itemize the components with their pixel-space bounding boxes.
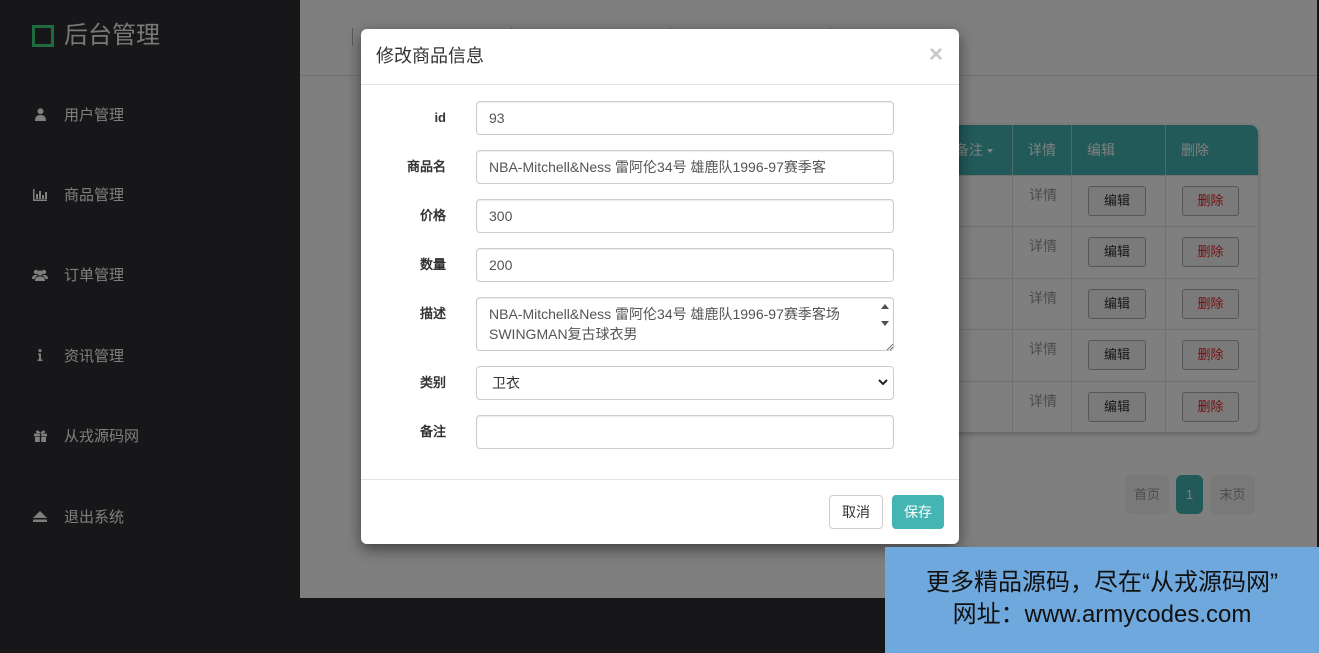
form-row-category: 类别 卫衣 <box>361 366 959 400</box>
chevron-down-icon <box>878 379 888 386</box>
remark-field[interactable] <box>476 415 894 449</box>
category-control: 卫衣 <box>476 366 894 400</box>
product-name-field[interactable] <box>476 150 894 184</box>
watermark-line-2: 网址：www.armycodes.com <box>952 601 1252 628</box>
description-field[interactable]: NBA-Mitchell&Ness 雷阿伦34号 雄鹿队1996-97赛季客场 … <box>476 297 894 351</box>
price-control <box>476 199 894 233</box>
form-row-id: id <box>361 101 959 135</box>
close-icon[interactable]: × <box>929 43 943 67</box>
price-label: 价格 <box>419 208 446 223</box>
modal-header: 修改商品信息 × <box>361 29 959 85</box>
id-field[interactable] <box>476 101 894 135</box>
scroll-down-icon[interactable] <box>881 321 889 326</box>
id-label: id <box>434 110 446 125</box>
quantity-label: 数量 <box>419 257 446 272</box>
edit-product-modal: 修改商品信息 × id 商品名 价格 数量 <box>361 29 959 544</box>
form-row-description: 描述 NBA-Mitchell&Ness 雷阿伦34号 雄鹿队1996-97赛季… <box>361 297 959 351</box>
form-row-remark: 备注 <box>361 415 959 449</box>
category-label: 类别 <box>419 375 446 390</box>
remark-control <box>476 415 894 449</box>
modal-title: 修改商品信息 <box>376 46 484 66</box>
quantity-field[interactable] <box>476 248 894 282</box>
watermark-line-1: 更多精品源码，尽在“从戎源码网” <box>926 569 1278 596</box>
cancel-button[interactable]: 取消 <box>829 495 883 529</box>
resize-grip-icon[interactable] <box>884 341 894 351</box>
product-name-label: 商品名 <box>406 159 446 174</box>
quantity-control <box>476 248 894 282</box>
description-control: NBA-Mitchell&Ness 雷阿伦34号 雄鹿队1996-97赛季客场 … <box>476 297 894 351</box>
remark-label: 备注 <box>419 424 446 439</box>
product-name-control <box>476 150 894 184</box>
save-button[interactable]: 保存 <box>892 495 944 529</box>
modal-footer: 取消 保存 <box>361 479 959 544</box>
scroll-up-icon[interactable] <box>881 304 889 309</box>
id-control <box>476 101 894 135</box>
modal-body: id 商品名 价格 数量 描述 NBA-Mitchell& <box>361 85 959 479</box>
description-label: 描述 <box>419 306 446 321</box>
form-row-quantity: 数量 <box>361 248 959 282</box>
form-row-price: 价格 <box>361 199 959 233</box>
price-field[interactable] <box>476 199 894 233</box>
form-row-name: 商品名 <box>361 150 959 184</box>
watermark-banner: 更多精品源码，尽在“从戎源码网” 网址：www.armycodes.com <box>885 547 1319 653</box>
category-select[interactable]: 卫衣 <box>476 366 894 400</box>
